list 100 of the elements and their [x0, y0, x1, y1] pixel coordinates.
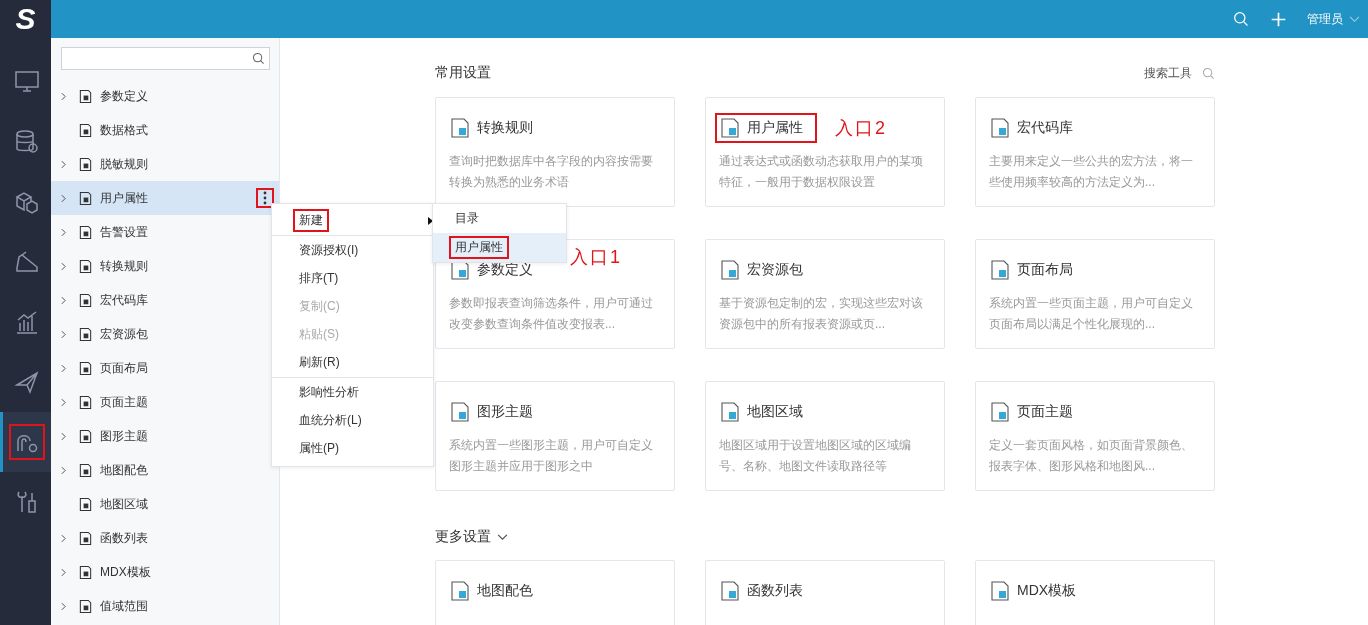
menu-item[interactable]: 目录 — [433, 204, 566, 233]
search-field[interactable] — [61, 47, 270, 70]
chevron-icon[interactable] — [61, 465, 66, 475]
document-icon — [78, 156, 93, 172]
document-icon — [78, 292, 93, 308]
plus-icon[interactable] — [1270, 10, 1287, 28]
menu-item[interactable]: 用户属性 — [433, 233, 566, 262]
card-description: 地图区域用于设置地图区域的区域编号、名称、地图文件读取路径等 — [719, 437, 912, 475]
monitor-icon — [14, 69, 40, 95]
document-icon — [78, 564, 93, 580]
document-icon — [989, 117, 1011, 139]
card-title: 地图配色 — [477, 582, 533, 600]
logo: S — [0, 0, 51, 38]
database-gear-icon — [14, 129, 40, 155]
chevron-down-icon — [1349, 15, 1360, 23]
chevron-icon[interactable] — [61, 533, 66, 543]
document-icon — [449, 401, 471, 423]
tree-label: 宏资源包 — [100, 325, 148, 343]
annotation-label: 入口1 — [570, 246, 622, 269]
document-icon — [78, 360, 93, 376]
search-icon[interactable] — [252, 52, 265, 65]
dots-icon — [263, 191, 267, 205]
document-icon — [78, 496, 93, 512]
document-icon — [719, 580, 741, 602]
card-description: 参数即报表查询筛选条件，用户可通过改变参数查询条件值改变报表... — [449, 295, 654, 333]
tree-item[interactable]: 函数列表 — [51, 521, 279, 555]
settings-card[interactable]: 地图配色 — [435, 560, 675, 625]
tree-label: 脱敏规则 — [100, 155, 148, 173]
chevron-icon[interactable] — [61, 431, 66, 441]
tree-label: 转换规则 — [100, 257, 148, 275]
tree-item[interactable]: MDX模板 — [51, 555, 279, 589]
document-icon — [78, 428, 93, 444]
settings-card[interactable]: 图形主题 系统内置一些图形主题，用户可自定义图形主题并应用于图形之中 — [435, 381, 675, 491]
tree-label: 地图区域 — [100, 495, 148, 513]
document-icon — [78, 224, 93, 240]
card-title: 宏资源包 — [747, 261, 803, 279]
section-title: 常用设置 — [435, 64, 491, 82]
settings-card[interactable]: 页面布局 系统内置一些页面主题，用户可自定义页面布局以满足个性化展现的... — [975, 239, 1215, 349]
document-icon — [78, 88, 93, 104]
card-description: 查询时把数据库中各字段的内容按需要转换为熟悉的业务术语 — [449, 153, 654, 191]
document-icon — [989, 259, 1011, 281]
section-title[interactable]: 更多设置 — [435, 528, 508, 546]
card-description: 定义一套页面风格，如页面背景颜色、报表字体、图形风格和地图风... — [989, 437, 1194, 475]
tree-label: 页面主题 — [100, 393, 148, 411]
annotation-label: 入口2 — [835, 117, 887, 140]
tree-label: 参数定义 — [100, 87, 148, 105]
tree-label: 页面布局 — [100, 359, 148, 377]
chevron-icon[interactable] — [61, 567, 66, 577]
card-title: MDX模板 — [1017, 582, 1077, 600]
tree-item[interactable]: 数据格式 — [51, 113, 279, 147]
chevron-icon[interactable] — [61, 227, 66, 237]
tree-item[interactable]: 脱敏规则 — [51, 147, 279, 181]
tree-item[interactable]: 值域范围 — [51, 589, 279, 623]
document-icon — [449, 580, 471, 602]
search-tools-link[interactable]: 搜索工具 — [1144, 64, 1215, 82]
chevron-icon[interactable] — [61, 261, 66, 271]
document-icon — [719, 401, 741, 423]
chevron-icon[interactable] — [61, 363, 66, 373]
document-icon — [719, 117, 741, 139]
card-title: 页面布局 — [1017, 261, 1073, 279]
card-title: 参数定义 — [477, 261, 533, 279]
settings-card[interactable]: 宏资源包 基于资源包定制的宏，实现这些宏对该资源包中的所有报表资源或页... — [705, 239, 945, 349]
tree-label: 用户属性 — [100, 189, 148, 207]
tree-item[interactable]: 用户属性 — [51, 181, 279, 215]
settings-card[interactable]: 地图区域 地图区域用于设置地图区域的区域编号、名称、地图文件读取路径等 — [705, 381, 945, 491]
document-icon — [719, 259, 741, 281]
chevron-icon[interactable] — [61, 91, 66, 101]
chevron-icon[interactable] — [61, 295, 66, 305]
document-icon — [78, 326, 93, 342]
card-description: 系统内置一些页面主题，用户可自定义页面布局以满足个性化展现的... — [989, 295, 1194, 333]
settings-card[interactable]: 宏代码库 主要用来定义一些公共的宏方法，将一些使用频率较高的方法定义为... — [975, 97, 1215, 207]
settings-card[interactable]: 页面主题 定义一套页面风格，如页面背景颜色、报表字体、图形风格和地图风... — [975, 381, 1215, 491]
settings-card[interactable]: 用户属性 入口2 通过表达式或函数动态获取用户的某项特征，一般用于数据权限设置 — [705, 97, 945, 207]
tree-label: MDX模板 — [100, 563, 151, 581]
cubes-icon — [14, 189, 40, 215]
settings-card[interactable]: 函数列表 — [705, 560, 945, 625]
chevron-icon[interactable] — [61, 397, 66, 407]
chevron-icon[interactable] — [61, 159, 66, 169]
chevron-icon[interactable] — [61, 329, 66, 339]
card-description: 主要用来定义一些公共的宏方法，将一些使用频率较高的方法定义为... — [989, 153, 1194, 191]
bar-chart-icon — [14, 309, 40, 335]
chevron-icon[interactable] — [61, 193, 66, 203]
document-icon — [989, 580, 1011, 602]
settings-card[interactable]: MDX模板 — [975, 560, 1215, 625]
tree-label: 地图配色 — [100, 461, 148, 479]
settings-card[interactable]: 转换规则 查询时把数据库中各字段的内容按需要转换为熟悉的业务术语 — [435, 97, 675, 207]
menu-item[interactable]: 刷新(R) — [272, 348, 433, 378]
card-title: 宏代码库 — [1017, 119, 1073, 137]
document-icon — [989, 401, 1011, 423]
ramp-icon — [14, 249, 40, 275]
search-icon[interactable] — [1233, 10, 1250, 28]
tree-item[interactable]: 地图区域 — [51, 487, 279, 521]
card-title: 函数列表 — [747, 582, 803, 600]
tree-label: 告警设置 — [100, 223, 148, 241]
document-icon — [78, 530, 93, 546]
card-title: 图形主题 — [477, 403, 533, 421]
document-icon — [78, 462, 93, 478]
card-description: 基于资源包定制的宏，实现这些宏对该资源包中的所有报表资源或页... — [719, 295, 924, 333]
chevron-icon[interactable] — [61, 601, 66, 611]
tree-item[interactable]: 参数定义 — [51, 79, 279, 113]
